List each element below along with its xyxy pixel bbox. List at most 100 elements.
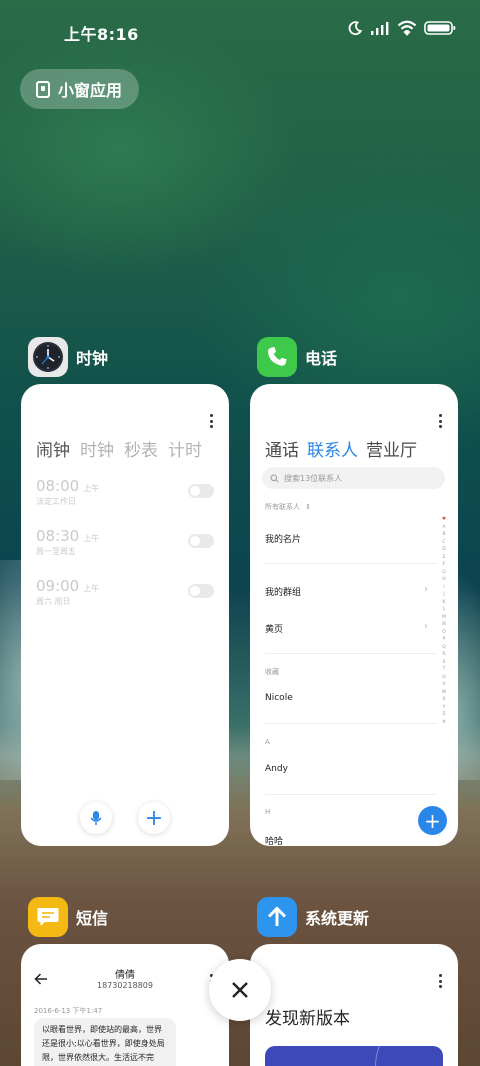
- floating-window-button[interactable]: 小窗应用: [20, 69, 139, 109]
- index-letter[interactable]: D: [442, 546, 445, 554]
- contact-search-input[interactable]: 搜索13位联系人: [262, 467, 445, 489]
- app-header-phone[interactable]: 电话: [257, 337, 337, 377]
- alarm-toggle[interactable]: [188, 534, 214, 548]
- index-letter[interactable]: E: [443, 554, 446, 562]
- alarm-time: 08:30: [36, 527, 80, 545]
- divider: [265, 723, 437, 724]
- alarm-ampm: 上午: [83, 534, 100, 543]
- clear-all-button[interactable]: [209, 959, 271, 1021]
- index-letter[interactable]: O: [442, 629, 446, 637]
- index-letter[interactable]: A: [442, 524, 445, 532]
- search-placeholder: 搜索13位联系人: [284, 473, 343, 483]
- contact-item-haha[interactable]: 哈哈: [265, 834, 283, 846]
- conversation-contact-number: 18730218809: [97, 981, 153, 990]
- mic-icon: [90, 811, 102, 825]
- alarm-repeat: 周六 周日: [36, 597, 71, 606]
- alarm-toggle[interactable]: [188, 484, 214, 498]
- filter-label: 所有联系人: [265, 503, 300, 511]
- add-contact-button[interactable]: +: [418, 806, 447, 835]
- index-letter[interactable]: J: [443, 591, 444, 599]
- index-letter[interactable]: K: [443, 599, 446, 607]
- status-time: 上午8:16: [64, 25, 139, 44]
- app-header-messages[interactable]: 短信: [28, 897, 108, 937]
- divider: [265, 563, 437, 564]
- phone-icon: [257, 337, 297, 377]
- section-header-a: A: [265, 738, 270, 746]
- index-letter[interactable]: L: [443, 606, 446, 614]
- app-card-phone[interactable]: 通话 联系人 营业厅 搜索13位联系人 所有联系人 ⇕ 我的名片 我的群组 › …: [250, 384, 458, 846]
- my-groups-item[interactable]: 我的群组: [265, 585, 301, 598]
- app-card-messages[interactable]: 倩倩 18730218809 2016-6-13 下午1:47 以眼看世界，即使…: [21, 944, 229, 1066]
- app-header-clock[interactable]: 时钟: [28, 337, 108, 377]
- index-letter[interactable]: H: [442, 576, 445, 584]
- floating-window-label: 小窗应用: [58, 81, 123, 100]
- moon-icon: [347, 20, 363, 36]
- index-letter[interactable]: F: [443, 561, 446, 569]
- signal-icon: [370, 20, 390, 36]
- alarm-repeat: 法定工作日: [36, 497, 76, 506]
- index-letter[interactable]: N: [442, 621, 445, 629]
- divider: [265, 794, 437, 795]
- contact-item-andy[interactable]: Andy: [265, 764, 288, 774]
- index-letter[interactable]: #: [442, 719, 446, 727]
- index-letter[interactable]: V: [442, 681, 445, 689]
- tab-stopwatch[interactable]: 秒表: [124, 436, 158, 461]
- app-card-clock[interactable]: 闹钟 时钟 秒表 计时 08:00 上午 法定工作日 08:30 上午 周一至周五 …: [21, 384, 229, 846]
- divider: [265, 653, 437, 654]
- contact-item-nicole[interactable]: Nicole: [265, 693, 293, 703]
- my-card-item[interactable]: 我的名片: [265, 532, 301, 545]
- index-letter[interactable]: G: [442, 569, 446, 577]
- alphabet-index-bar[interactable]: ♥ A B C D E F G H I J K L M N O P Q R S …: [440, 516, 448, 726]
- index-letter[interactable]: Y: [443, 704, 446, 712]
- index-letter[interactable]: U: [442, 674, 445, 682]
- clock-tabs: 闹钟 时钟 秒表 计时: [36, 436, 202, 461]
- add-alarm-button[interactable]: +: [138, 802, 170, 834]
- sort-icon: ⇕: [305, 503, 312, 511]
- app-header-system-update[interactable]: 系统更新: [257, 897, 369, 937]
- app-card-system-update[interactable]: 发现新版本: [250, 944, 458, 1066]
- alarm-ampm: 上午: [83, 484, 100, 493]
- app-name-messages: 短信: [76, 909, 109, 928]
- index-letter[interactable]: S: [443, 659, 446, 667]
- more-options-icon[interactable]: [438, 414, 442, 428]
- status-icons: [347, 20, 456, 36]
- section-header-favorites: 收藏: [265, 668, 279, 676]
- tab-contacts[interactable]: 联系人: [307, 436, 358, 461]
- battery-icon: [424, 20, 456, 36]
- tab-service-hall[interactable]: 营业厅: [366, 436, 417, 461]
- tab-alarm[interactable]: 闹钟: [36, 436, 70, 461]
- alarm-ampm: 上午: [83, 584, 100, 593]
- index-letter[interactable]: M: [442, 614, 446, 622]
- index-letter[interactable]: I: [443, 584, 444, 592]
- index-letter[interactable]: T: [443, 666, 446, 674]
- clock-icon: [28, 337, 68, 377]
- tab-calls[interactable]: 通话: [265, 436, 299, 461]
- index-letter[interactable]: Z: [442, 711, 445, 719]
- tab-clock[interactable]: 时钟: [80, 436, 114, 461]
- app-name-clock: 时钟: [76, 349, 109, 368]
- index-letter[interactable]: Q: [442, 644, 446, 652]
- message-bubble[interactable]: 以眼看世界，即使站的最高，世界还是很小;以心看世界，即使身处局限，世界依然很大。…: [34, 1018, 176, 1066]
- contact-filter[interactable]: 所有联系人 ⇕: [265, 502, 311, 512]
- alarm-time: 09:00: [36, 577, 80, 595]
- voice-alarm-button[interactable]: [80, 802, 112, 834]
- alarm-toggle[interactable]: [188, 584, 214, 598]
- status-bar: 上午8:16: [0, 0, 480, 62]
- index-letter[interactable]: R: [442, 651, 445, 659]
- more-options-icon[interactable]: [209, 414, 213, 428]
- index-letter[interactable]: X: [442, 696, 445, 704]
- index-letter[interactable]: ♥: [442, 516, 446, 524]
- message-date: 2016-6-13 下午1:47: [34, 1007, 103, 1015]
- update-banner: [265, 1046, 443, 1066]
- close-icon: [232, 982, 248, 998]
- index-letter[interactable]: C: [442, 539, 445, 547]
- tab-timer[interactable]: 计时: [168, 436, 202, 461]
- more-options-icon[interactable]: [438, 974, 442, 988]
- conversation-contact-name: 倩倩: [115, 970, 135, 981]
- index-letter[interactable]: P: [443, 636, 446, 644]
- yellow-pages-item[interactable]: 黄页: [265, 622, 283, 635]
- index-letter[interactable]: W: [442, 689, 446, 697]
- arrow-up-icon: [257, 897, 297, 937]
- alarm-repeat: 周一至周五: [36, 547, 76, 556]
- index-letter[interactable]: B: [442, 531, 445, 539]
